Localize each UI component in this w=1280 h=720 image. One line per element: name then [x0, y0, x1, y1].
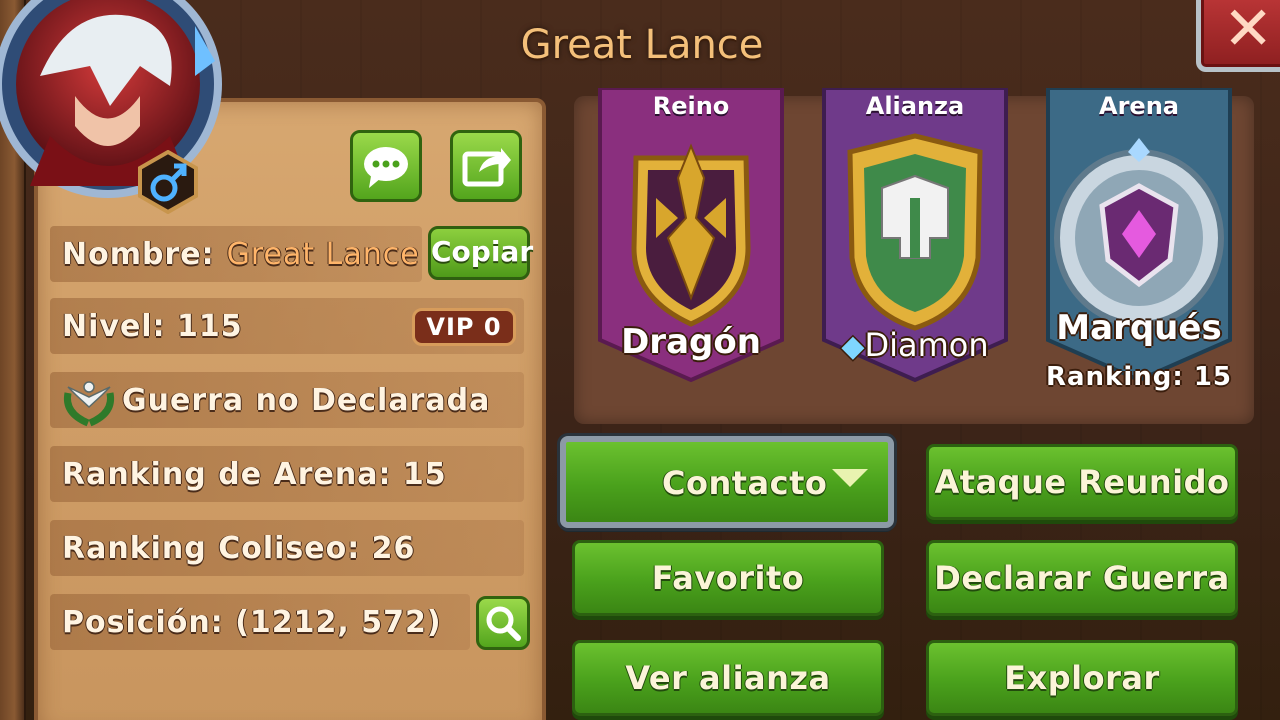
- diamond-icon: ◆: [841, 329, 865, 364]
- name-label: Nombre:: [62, 236, 215, 272]
- contact-button[interactable]: Contacto: [560, 436, 894, 528]
- war-status-row: Guerra no Declarada: [50, 372, 524, 428]
- favorite-button[interactable]: Favorito: [572, 540, 884, 616]
- player-title: Great Lance: [520, 22, 764, 68]
- locate-button[interactable]: [476, 596, 530, 650]
- kingdom-name: Dragón: [621, 322, 761, 362]
- close-icon: ✕: [1223, 0, 1274, 64]
- contact-label: Contacto: [662, 464, 828, 502]
- arena-ranking-label: Ranking de Arena: 15: [62, 456, 447, 492]
- explore-button[interactable]: Explorar: [926, 640, 1238, 716]
- coliseum-ranking-label: Ranking Coliseo: 26: [62, 530, 416, 566]
- vip-badge[interactable]: VIP 0: [412, 308, 516, 346]
- war-status-label: Guerra no Declarada: [122, 382, 491, 418]
- name-row: Nombre: Great Lance: [50, 226, 422, 282]
- level-row: Nivel: 115 VIP 0: [50, 298, 524, 354]
- level-label: Nivel: 115: [62, 308, 243, 344]
- arena-ranking-sub: Ranking: 15: [1045, 362, 1233, 392]
- peace-wreath-icon: [63, 381, 115, 427]
- view-alliance-button[interactable]: Ver alianza: [572, 640, 884, 716]
- avatar[interactable]: [0, 0, 240, 216]
- share-icon: [462, 148, 511, 187]
- position-label: Posición: (1212, 572): [62, 604, 442, 640]
- rally-attack-button[interactable]: Ataque Reunido: [926, 444, 1238, 520]
- chat-button[interactable]: [350, 130, 422, 202]
- close-button[interactable]: ✕: [1196, 0, 1280, 72]
- declare-war-button[interactable]: Declarar Guerra: [926, 540, 1238, 616]
- kingdom-heading: Reino: [652, 92, 730, 120]
- arena-title: Marqués: [1056, 308, 1222, 348]
- chevron-down-icon: [832, 469, 868, 487]
- position-row: Posición: (1212, 572): [50, 594, 470, 650]
- chat-bubble-icon: [364, 147, 408, 188]
- name-value: Great Lance: [226, 236, 420, 272]
- magnifier-icon: [486, 606, 521, 641]
- share-button[interactable]: [450, 130, 522, 202]
- alliance-heading: Alianza: [865, 92, 965, 120]
- alliance-name: Diamon: [864, 326, 989, 364]
- coliseum-ranking-row: Ranking Coliseo: 26: [50, 520, 524, 576]
- copy-button[interactable]: Copiar: [428, 226, 533, 280]
- alliance-name-wrap: ◆Diamon: [800, 326, 1030, 364]
- arena-heading: Arena: [1099, 92, 1179, 120]
- gender-male-icon: [138, 150, 198, 214]
- arena-ranking-row: Ranking de Arena: 15: [50, 446, 524, 502]
